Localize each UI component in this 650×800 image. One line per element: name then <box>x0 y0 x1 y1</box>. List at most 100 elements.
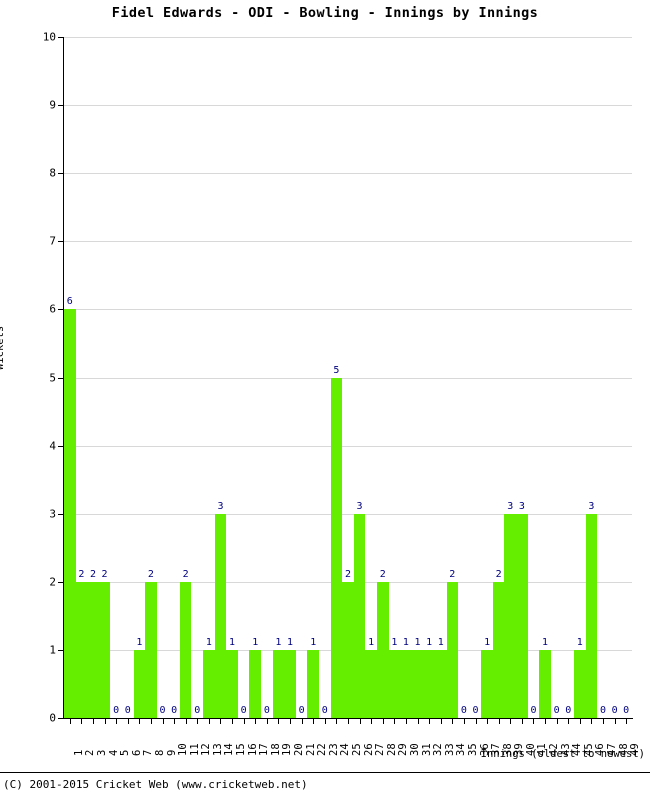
bar-item[interactable]: 0 <box>597 37 609 718</box>
bar-item[interactable]: 1 <box>284 37 296 718</box>
bar-item[interactable]: 1 <box>365 37 377 718</box>
bar-item[interactable]: 1 <box>203 37 215 718</box>
bar-item[interactable]: 0 <box>609 37 621 718</box>
bar-item[interactable]: 2 <box>75 37 88 718</box>
bar-item[interactable]: 0 <box>192 37 204 718</box>
bar-item[interactable]: 6 <box>64 37 76 718</box>
bar-item[interactable]: 1 <box>411 37 424 718</box>
x-axis-tick <box>278 719 279 724</box>
x-axis-tick <box>429 719 430 724</box>
bar-item[interactable]: 0 <box>562 37 574 718</box>
bar-item[interactable]: 2 <box>342 37 354 718</box>
bar-item[interactable]: 1 <box>400 37 412 718</box>
y-axis-tick-label: 4 <box>49 439 56 453</box>
bar-item[interactable]: 3 <box>585 37 598 718</box>
bar-rect <box>516 513 528 718</box>
bar-item[interactable]: 0 <box>261 37 273 718</box>
x-axis-tick <box>360 719 361 724</box>
bar-value-label: 0 <box>113 705 120 716</box>
x-axis-tick <box>441 719 442 724</box>
bar-rect <box>75 581 88 718</box>
bar-item[interactable]: 2 <box>446 37 459 718</box>
x-axis-tick <box>533 719 534 724</box>
bar-item[interactable]: 1 <box>423 37 435 718</box>
bar-item[interactable]: 0 <box>319 37 331 718</box>
x-axis-tick <box>591 719 592 724</box>
bar-item[interactable]: 1 <box>133 37 146 718</box>
bar-item[interactable]: 3 <box>516 37 528 718</box>
bar-item[interactable]: 1 <box>307 37 319 718</box>
bar-value-label: 6 <box>66 296 73 308</box>
bar-item[interactable]: 1 <box>249 37 262 718</box>
bar-item[interactable]: 2 <box>492 37 505 718</box>
bar-value-label: 0 <box>298 705 305 716</box>
bar-item[interactable]: 1 <box>481 37 493 718</box>
bar-item[interactable]: 1 <box>272 37 285 718</box>
bar-item[interactable]: 3 <box>353 37 366 718</box>
chart-root: Fidel Edwards - ODI - Bowling - Innings … <box>0 0 650 800</box>
bar-item[interactable]: 1 <box>434 37 447 718</box>
bar-rect <box>307 649 319 718</box>
bar-value-label: 1 <box>252 636 259 648</box>
bar-rect <box>434 649 447 718</box>
bar-item[interactable]: 0 <box>157 37 169 718</box>
bar-item[interactable]: 1 <box>226 37 238 718</box>
bar-rect <box>226 649 238 718</box>
bar-value-label: 3 <box>507 500 514 512</box>
bar-item[interactable]: 1 <box>574 37 586 718</box>
x-axis-tick <box>244 719 245 724</box>
bar-rect <box>446 581 459 718</box>
bar-item[interactable]: 2 <box>98 37 111 718</box>
bar-value-label: 1 <box>229 636 236 648</box>
bar-value-label: 0 <box>263 705 270 716</box>
bar-value-label: 0 <box>472 705 479 716</box>
bar-item[interactable]: 2 <box>87 37 99 718</box>
bar-item[interactable]: 3 <box>504 37 517 718</box>
x-axis-tick <box>371 719 372 724</box>
bar-item[interactable]: 0 <box>238 37 250 718</box>
bar-item[interactable]: 2 <box>376 37 389 718</box>
bar-value-label: 0 <box>240 705 247 716</box>
bar-item[interactable]: 0 <box>620 37 632 718</box>
bar-item[interactable]: 0 <box>296 37 308 718</box>
bar-item[interactable]: 0 <box>110 37 122 718</box>
bar-item[interactable]: 0 <box>122 37 134 718</box>
bar-rect <box>481 649 493 718</box>
bar-item[interactable]: 0 <box>168 37 180 718</box>
y-axis-tick-label: 0 <box>49 711 56 725</box>
bar-item[interactable]: 2 <box>179 37 192 718</box>
bar-item[interactable]: 3 <box>214 37 227 718</box>
bar-value-label: 2 <box>449 568 456 580</box>
bar-value-label: 1 <box>426 636 433 648</box>
bar-item[interactable]: 1 <box>388 37 401 718</box>
x-axis-tick <box>464 719 465 724</box>
bar-item[interactable]: 0 <box>458 37 470 718</box>
bar-item[interactable]: 2 <box>145 37 157 718</box>
bar-value-label: 0 <box>171 705 178 716</box>
bar-rect <box>365 649 377 718</box>
bar-item[interactable]: 5 <box>330 37 343 718</box>
page-title: Fidel Edwards - ODI - Bowling - Innings … <box>111 5 539 21</box>
y-axis-tick-label: 2 <box>49 575 56 589</box>
bar-item[interactable]: 0 <box>470 37 482 718</box>
bar-value-label: 1 <box>205 636 212 648</box>
bar-item[interactable]: 0 <box>528 37 540 718</box>
bar-rect <box>342 581 354 718</box>
bar-item[interactable]: 1 <box>539 37 551 718</box>
bar-item[interactable]: 0 <box>551 37 563 718</box>
x-axis-tick <box>197 719 198 724</box>
x-axis-tick <box>568 719 569 724</box>
x-axis-tick <box>93 719 94 724</box>
bar-value-label: 1 <box>402 636 409 648</box>
bar-rect <box>504 513 517 718</box>
x-axis-tick <box>418 719 419 724</box>
bar-rect <box>330 377 343 718</box>
bar-value-label: 1 <box>414 636 421 648</box>
bar-value-label: 0 <box>194 705 201 716</box>
y-axis-tick-label: 9 <box>49 98 56 112</box>
bar-value-label: 0 <box>321 705 328 716</box>
bar-value-label: 2 <box>101 568 108 580</box>
bar-rect <box>284 649 296 718</box>
x-axis-tick <box>499 719 500 724</box>
x-axis-tick <box>545 719 546 724</box>
